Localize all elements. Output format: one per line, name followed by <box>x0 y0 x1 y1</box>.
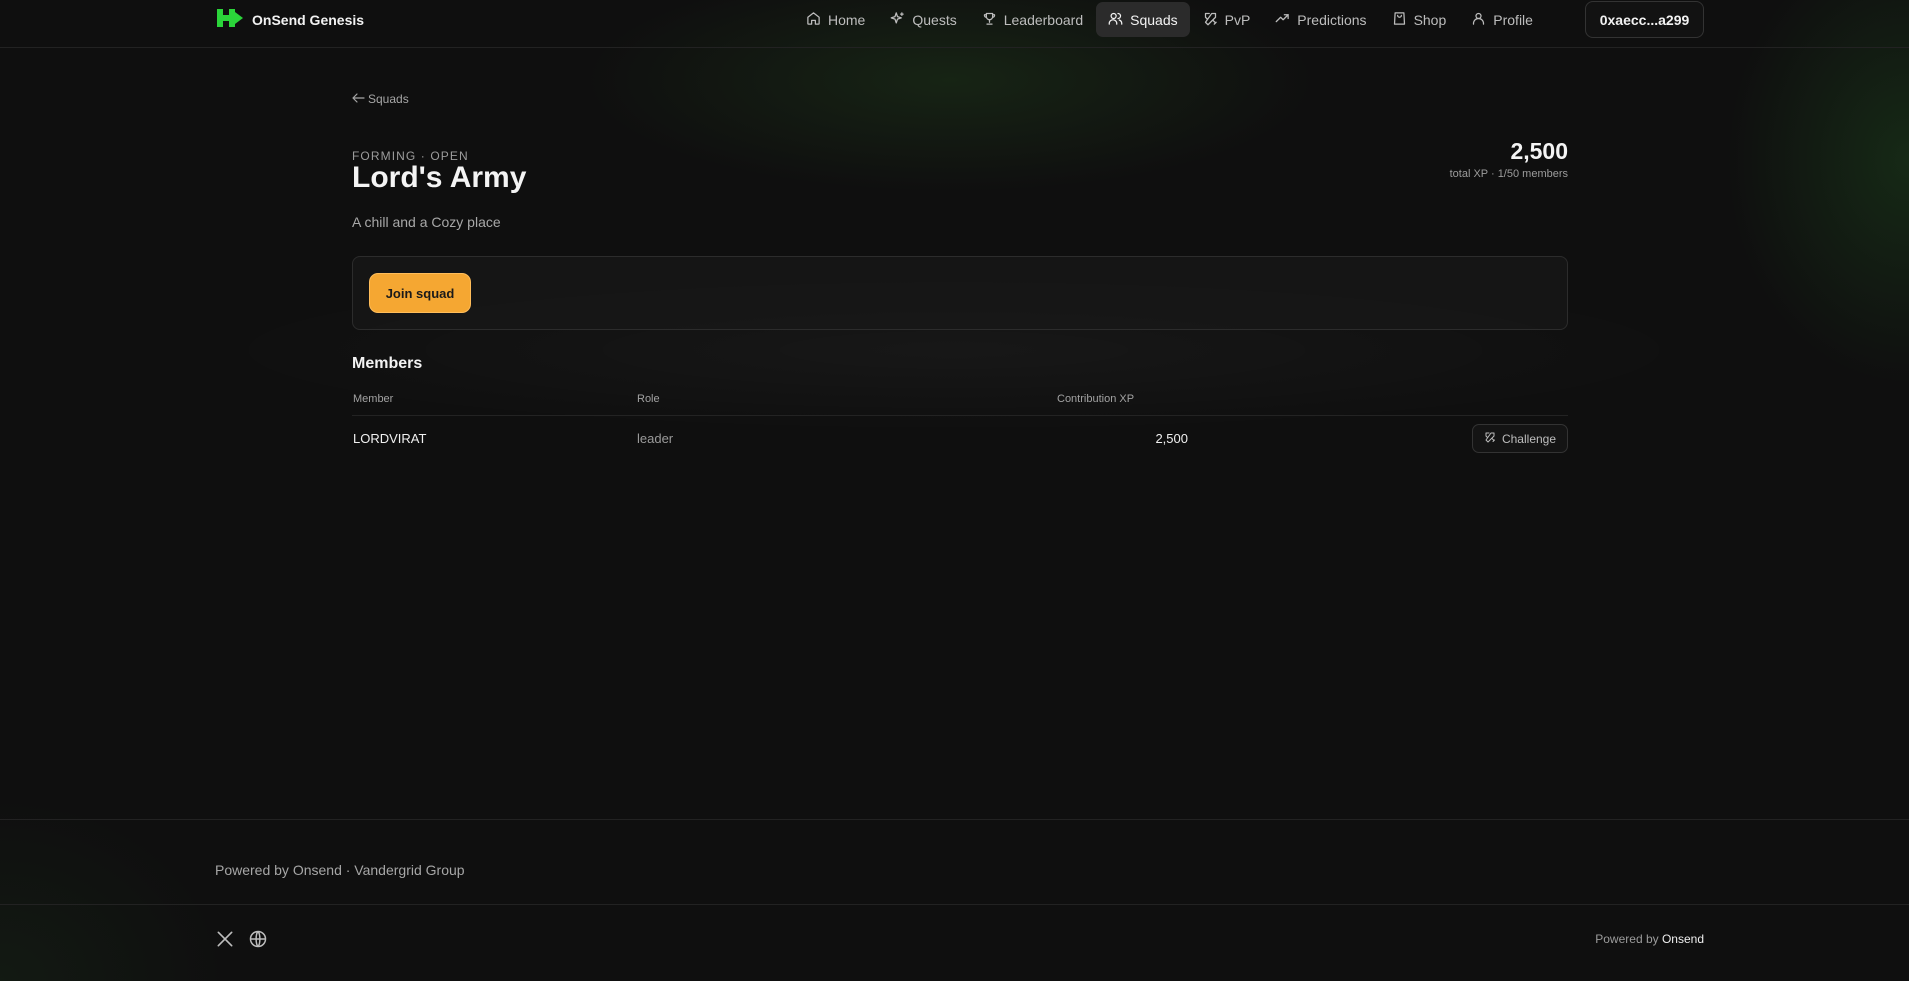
brand-link[interactable]: OnSend Genesis <box>215 8 364 32</box>
member-role: leader <box>637 431 674 446</box>
swords-icon <box>1484 431 1502 446</box>
wallet-button[interactable]: 0xaecc...a299 <box>1585 1 1704 38</box>
nav-label: Quests <box>912 11 957 28</box>
nav-label: PvP <box>1224 11 1251 28</box>
powered-by-brand[interactable]: Onsend <box>1662 932 1704 946</box>
nav-item-predictions[interactable]: Predictions <box>1263 2 1378 37</box>
background-glow <box>0 0 1909 981</box>
nav-label: Shop <box>1413 11 1447 28</box>
home-icon <box>806 11 828 29</box>
join-squad-button[interactable]: Join squad <box>369 273 471 313</box>
nav-item-squads[interactable]: Squads <box>1096 2 1190 37</box>
member-name[interactable]: LORDVIRAT <box>353 431 426 446</box>
nav-item-profile[interactable]: Profile <box>1459 2 1545 37</box>
powered-by-prefix: Powered by <box>1595 932 1659 946</box>
xp-meta: total XP · 1/50 members <box>1449 168 1568 180</box>
column-header-role: Role <box>637 393 660 405</box>
table-header-divider <box>352 415 1568 416</box>
challenge-label: Challenge <box>1501 431 1557 446</box>
trophy-icon <box>982 11 1004 29</box>
page-title: Lord's Army <box>352 161 527 194</box>
main-nav: Home Quests Leaderboard Squads PvP Predi… <box>794 2 1546 37</box>
onsend-logo-icon <box>215 6 245 35</box>
users-icon <box>1108 11 1130 29</box>
join-card: Join squad <box>352 256 1568 330</box>
nav-label: Profile <box>1493 11 1533 28</box>
trending-up-icon <box>1275 11 1297 29</box>
footer-divider <box>0 904 1909 905</box>
back-label: Squads <box>368 92 409 106</box>
swords-icon <box>1203 11 1225 29</box>
nav-label: Predictions <box>1297 11 1367 28</box>
nav-label: Home <box>828 11 866 28</box>
nav-item-pvp[interactable]: PvP <box>1191 2 1263 37</box>
nav-item-shop[interactable]: Shop <box>1380 2 1459 37</box>
column-header-contribution-xp: Contribution XP <box>1057 393 1135 405</box>
back-link[interactable]: Squads <box>352 92 409 106</box>
nav-item-quests[interactable]: Quests <box>878 2 968 37</box>
globe-icon[interactable] <box>248 929 268 949</box>
squad-description: A chill and a Cozy place <box>352 214 501 230</box>
challenge-button[interactable]: Challenge <box>1472 424 1568 453</box>
user-icon <box>1471 11 1493 29</box>
powered-by: Powered by Onsend <box>1595 932 1704 946</box>
members-heading: Members <box>352 355 423 372</box>
footer-credits: Powered by Onsend · Vandergrid Group <box>215 862 465 878</box>
x-icon[interactable] <box>215 929 235 949</box>
shopping-bag-icon <box>1392 11 1414 29</box>
squad-xp-summary: 2,500 total XP · 1/50 members <box>1450 138 1568 180</box>
footer-divider <box>0 819 1909 820</box>
nav-item-home[interactable]: Home <box>794 2 877 37</box>
total-xp-value: 2,500 <box>1510 138 1568 164</box>
brand-name: OnSend Genesis <box>252 12 365 28</box>
nav-item-leaderboard[interactable]: Leaderboard <box>970 2 1095 37</box>
column-header-member: Member <box>353 393 394 405</box>
sparkles-icon <box>890 11 912 29</box>
member-contribution-xp: 2,500 <box>1155 431 1188 446</box>
nav-label: Leaderboard <box>1003 11 1084 28</box>
arrow-left-icon <box>352 92 368 106</box>
top-navigation: OnSend Genesis Home Quests Leaderboard S… <box>0 0 1909 48</box>
nav-label: Squads <box>1130 11 1178 28</box>
